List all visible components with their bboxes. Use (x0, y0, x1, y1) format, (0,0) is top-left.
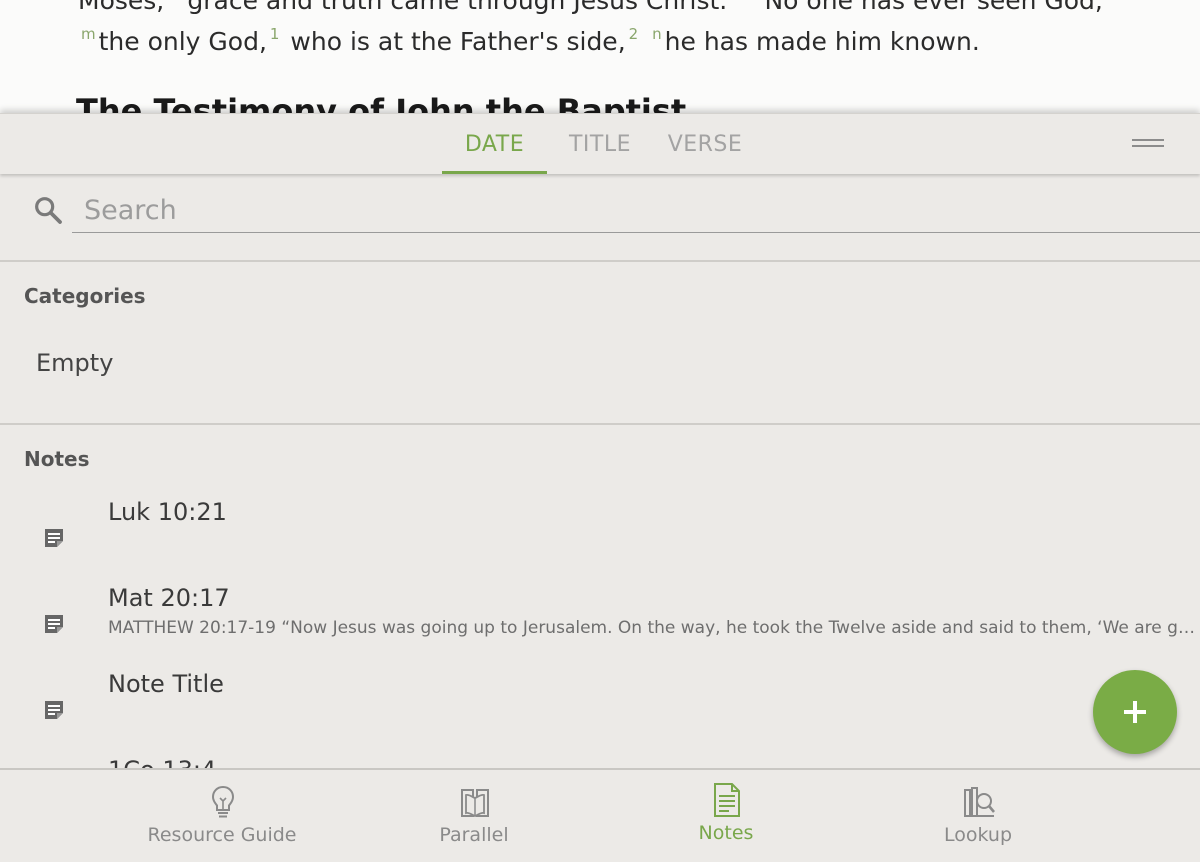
bible-reader: Moses; kgrace and truth came through Jes… (0, 0, 1200, 115)
search-icon[interactable] (32, 194, 64, 226)
tab-label: VERSE (667, 132, 743, 157)
lookup-books-icon (964, 787, 995, 817)
notes-panel: DATE TITLE VERSE Categories Empty Notes … (0, 113, 1200, 861)
footnote-marker[interactable]: 1 (270, 25, 280, 43)
note-icon (45, 615, 63, 633)
footnote-marker[interactable]: k (176, 0, 185, 2)
note-title: Note Title (108, 670, 224, 698)
divider (0, 423, 1200, 425)
nav-label: Resource Guide (147, 824, 297, 846)
notes-document-icon (714, 783, 740, 817)
verse-text: Moses; (78, 0, 173, 15)
verse-text: who is at the Father's side, (290, 27, 626, 56)
nav-parallel[interactable]: Parallel (374, 770, 574, 862)
verse-line: Moses; kgrace and truth came through Jes… (78, 0, 1103, 15)
sort-tab-bar: DATE TITLE VERSE (0, 114, 1200, 174)
tab-label: DATE (464, 132, 525, 157)
note-icon (45, 701, 63, 719)
nav-label: Lookup (943, 824, 1013, 846)
list-item[interactable]: Luk 10:21 (0, 498, 1200, 592)
parallel-books-icon (461, 789, 489, 817)
tab-active-indicator (442, 171, 547, 174)
footnote-marker[interactable]: n (652, 25, 662, 43)
bottom-navigation: Resource Guide Parallel Notes Lookup (0, 768, 1200, 862)
list-item[interactable]: Note Title (0, 670, 1200, 764)
tab-date[interactable]: DATE (442, 114, 547, 174)
verse-text: he has made him known. (664, 27, 980, 56)
search-input[interactable] (72, 188, 1200, 233)
note-icon (45, 529, 63, 547)
add-note-button[interactable] (1093, 670, 1177, 754)
nav-label: Parallel (439, 824, 509, 846)
footnote-marker[interactable]: m (81, 25, 96, 43)
note-title: Mat 20:17 (108, 584, 230, 612)
lightbulb-icon (211, 785, 235, 818)
footnote-marker[interactable]: 2 (629, 25, 639, 43)
notes-header: Notes (24, 447, 90, 471)
verse-text: No one has ever seen God; (764, 0, 1104, 15)
categories-header: Categories (24, 284, 146, 308)
note-preview: MATTHEW 20:17-19 “Now Jesus was going up… (108, 618, 1198, 638)
nav-notes[interactable]: Notes (626, 770, 826, 862)
tab-verse[interactable]: VERSE (660, 114, 750, 174)
note-title: Luk 10:21 (108, 498, 227, 526)
categories-empty-text: Empty (36, 349, 114, 377)
tab-label: TITLE (568, 132, 632, 157)
nav-lookup[interactable]: Lookup (878, 770, 1078, 862)
verse-text: grace and truth came through Jesus Chris… (187, 0, 728, 15)
nav-label: Notes (698, 822, 754, 844)
tab-title[interactable]: TITLE (560, 114, 640, 174)
list-item[interactable]: Mat 20:17 MATTHEW 20:17-19 “Now Jesus wa… (0, 584, 1200, 678)
drag-handle-menu-icon[interactable] (1128, 134, 1168, 154)
nav-resource-guide[interactable]: Resource Guide (122, 770, 322, 862)
verse-line: m the only God, 1 who is at the Father's s… (78, 25, 980, 56)
verse-text: the only God, (98, 27, 267, 56)
search-bar (0, 174, 1200, 260)
verse-number: 18 (731, 0, 750, 2)
plus-icon (1124, 701, 1146, 723)
footnote-marker[interactable]: l (757, 0, 761, 2)
divider (0, 260, 1200, 262)
section-heading: The Testimony of John the Baptist (76, 92, 687, 115)
